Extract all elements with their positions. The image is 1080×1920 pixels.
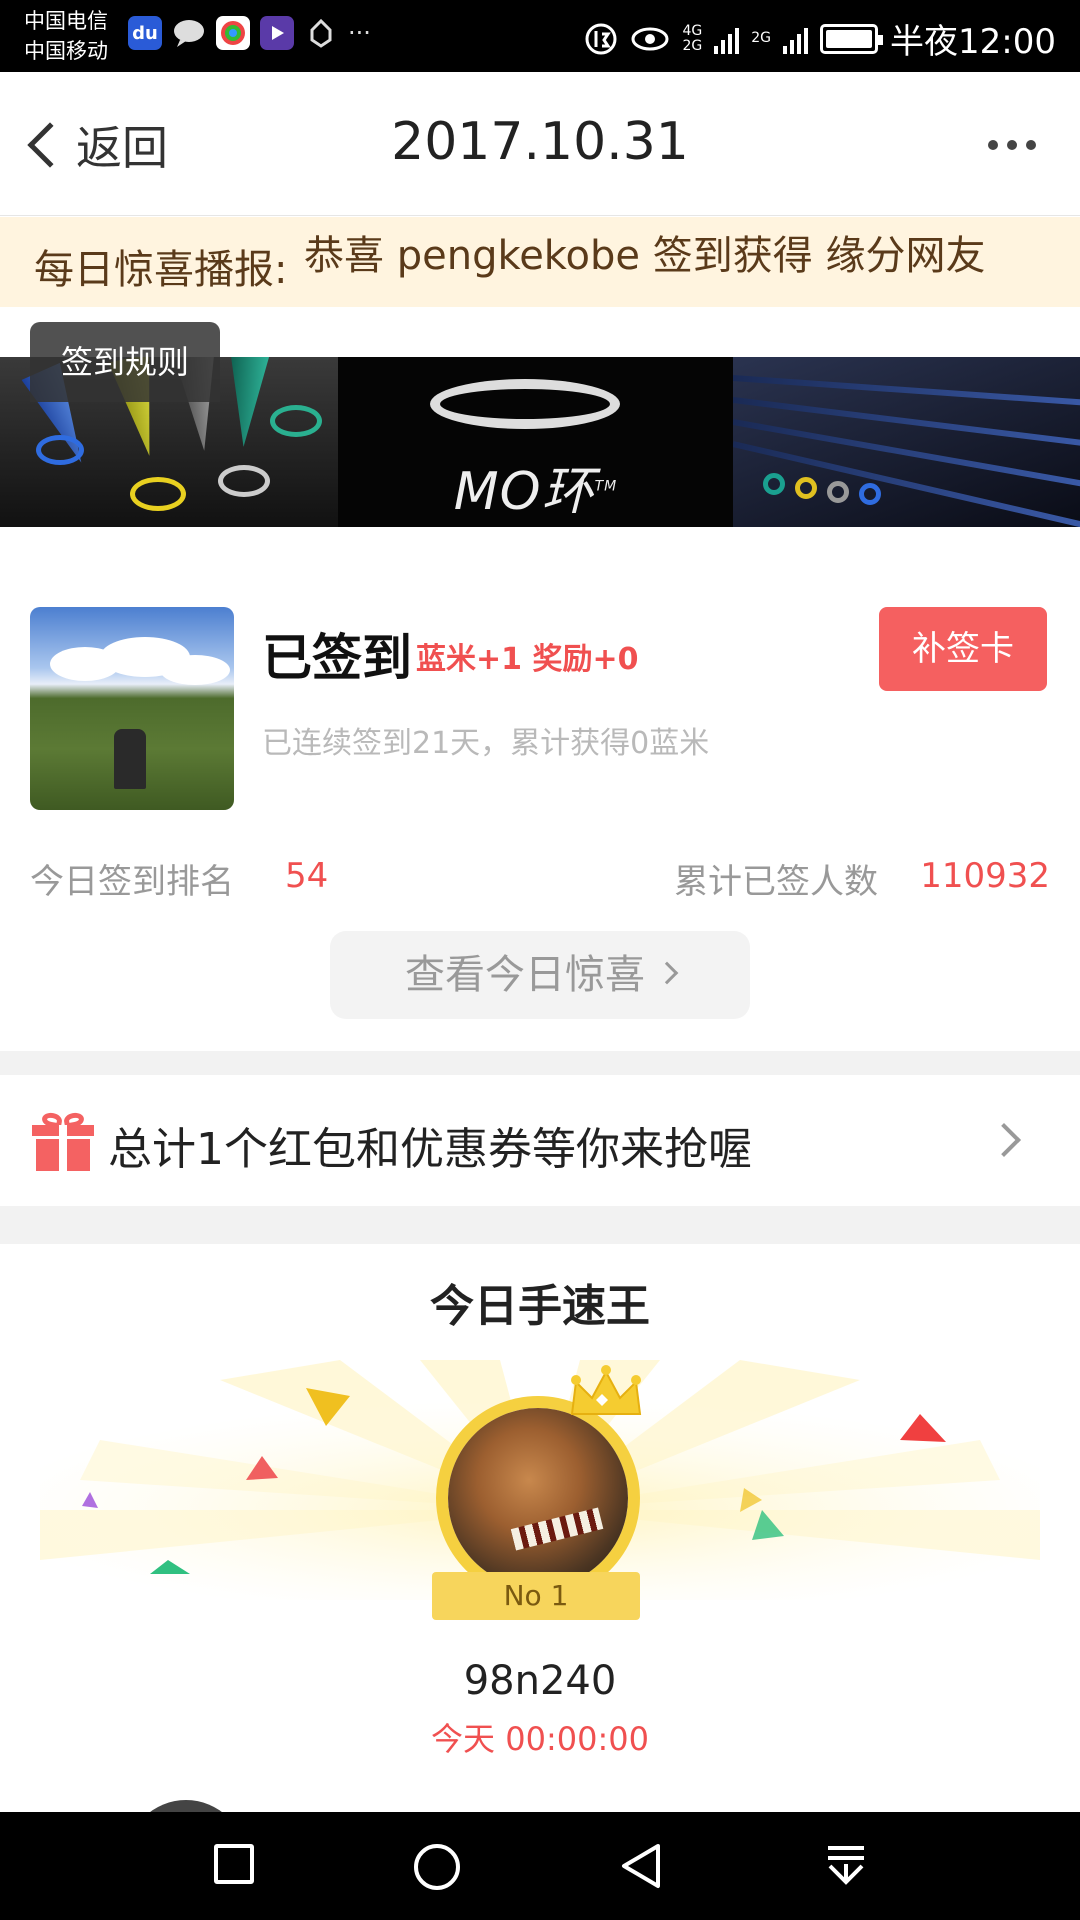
section-divider <box>0 1206 1080 1244</box>
page-title: 2017.10.31 <box>391 112 689 172</box>
total-signed-label: 累计已签人数 <box>674 862 878 902</box>
marquee-text: 恭喜 pengkekobe 签到获得 缘分网友 <box>304 233 986 279</box>
crown-icon <box>570 1365 642 1415</box>
header: 返回 2017.10.31 <box>0 72 1080 216</box>
banner-image-mo-ring: MO环TM <box>338 357 733 527</box>
hand-icon <box>304 16 338 50</box>
system-status: 4G 2G 2G 半夜12:00 <box>584 14 1056 63</box>
winner-name: 98n240 <box>463 1658 617 1704</box>
marquee-label: 每日惊喜播报: <box>34 247 288 293</box>
signal-icon-1 <box>714 24 740 54</box>
network-type: 4G 2G <box>682 22 703 54</box>
message-icon <box>172 16 206 50</box>
sign-reward: 蓝米+1 奖励+0 <box>416 642 639 677</box>
winner-avatar[interactable] <box>436 1396 640 1600</box>
speed-king-title: 今日手速王 <box>430 1281 650 1332</box>
signal-icon-2 <box>783 24 809 54</box>
clock: 半夜12:00 <box>890 22 1056 62</box>
notification-pull-icon[interactable] <box>824 1844 868 1890</box>
banner-logo-tm: TM <box>594 478 618 495</box>
chevron-right-icon <box>987 1123 1021 1157</box>
banner-logo: MO环 <box>453 462 595 522</box>
view-surprise-label: 查看今日惊喜 <box>405 952 645 998</box>
recent-apps-icon[interactable] <box>214 1844 254 1884</box>
daily-surprise-marquee: 每日惊喜播报: 恭喜 pengkekobe 签到获得 缘分网友 <box>0 217 1080 307</box>
total-signed-value: 110932 <box>920 856 1050 896</box>
coupon-row[interactable]: 总计1个红包和优惠券等你来抢喔 <box>0 1075 1080 1206</box>
rank-badge: No 1 <box>432 1572 640 1620</box>
view-surprise-button[interactable]: 查看今日惊喜 <box>330 931 750 1019</box>
back-nav-icon[interactable] <box>618 1842 664 1890</box>
banner-image-rods <box>733 357 1080 527</box>
winner-time: 今天 00:00:00 <box>431 1720 649 1758</box>
network-type-2: 2G <box>751 30 772 46</box>
rank-label: 今日签到排名 <box>30 862 234 902</box>
more-options-icon[interactable] <box>988 140 1036 150</box>
avatar[interactable] <box>30 607 234 810</box>
more-notifications-icon: ··· <box>348 19 371 47</box>
home-icon[interactable] <box>414 1844 460 1890</box>
coupon-text: 总计1个红包和优惠券等你来抢喔 <box>108 1124 752 1175</box>
section-divider <box>0 1051 1080 1075</box>
system-nav-bar <box>0 1812 1080 1920</box>
makeup-card-button[interactable]: 补签卡 <box>879 607 1047 691</box>
video-icon <box>260 16 294 50</box>
carrier-1: 中国电信 <box>24 9 108 33</box>
browser-icon <box>216 16 250 50</box>
gift-icon <box>32 1111 94 1171</box>
status-bar: 中国电信 中国移动 du ··· 4G 2G 2G 半夜12:00 <box>0 0 1080 72</box>
notification-icons: du ··· <box>128 16 371 50</box>
chevron-right-icon <box>655 961 679 985</box>
rank-value: 54 <box>285 856 329 896</box>
battery-icon <box>820 23 884 54</box>
eye-icon <box>631 27 669 50</box>
sign-rules-button[interactable]: 签到规则 <box>30 322 220 402</box>
carrier-info: 中国电信 中国移动 <box>24 6 108 66</box>
carrier-2: 中国移动 <box>24 39 108 63</box>
sign-status: 已签到 <box>262 629 412 687</box>
sign-streak: 已连续签到21天，累计获得0蓝米 <box>262 726 710 761</box>
baidu-icon: du <box>128 16 162 50</box>
data-saver-icon <box>585 23 617 54</box>
